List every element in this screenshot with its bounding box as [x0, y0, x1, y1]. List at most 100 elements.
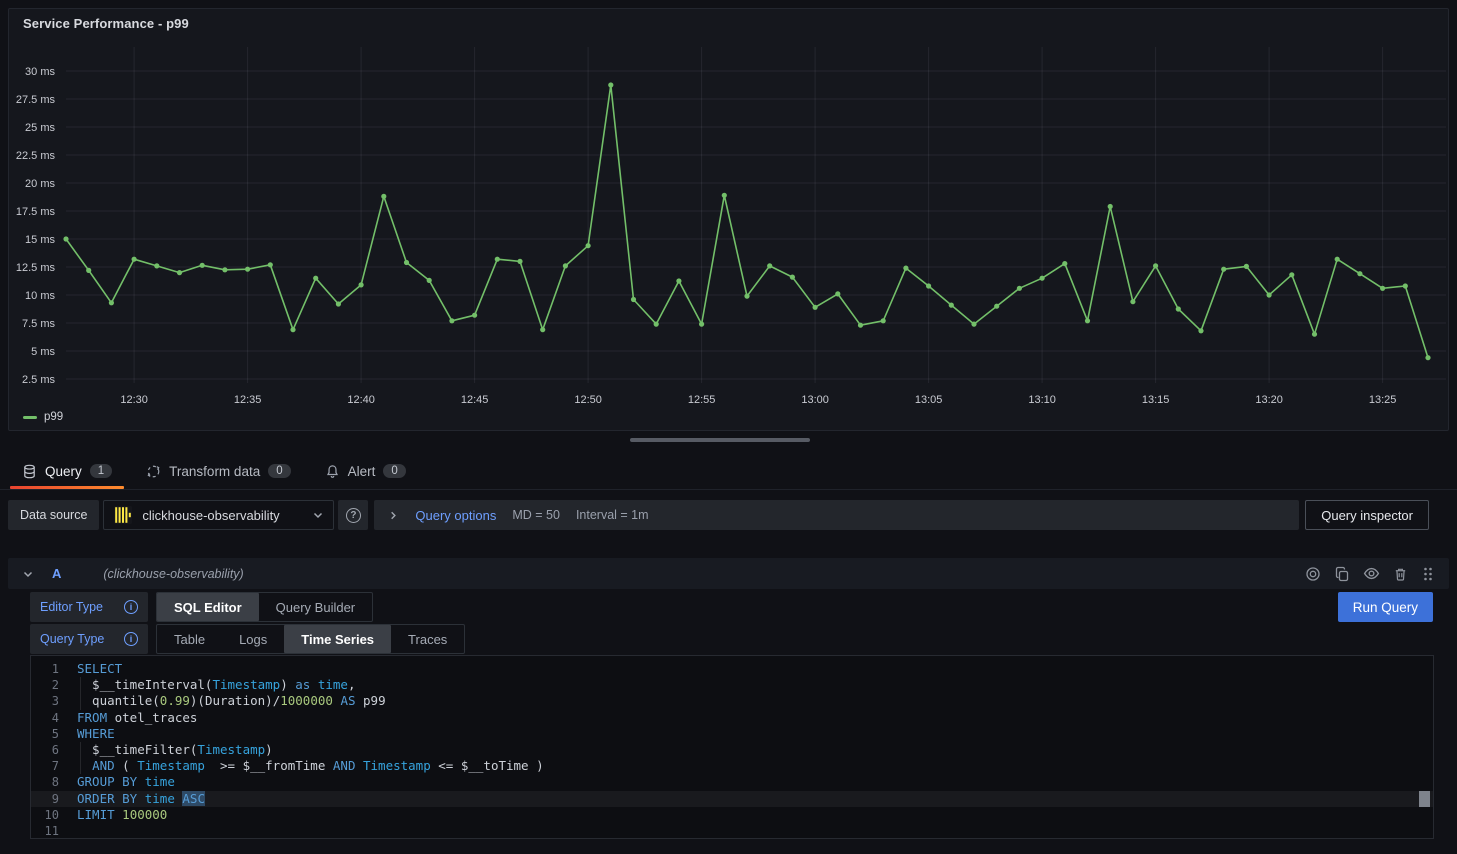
duplicate-query-icon[interactable] — [1334, 566, 1350, 582]
collapse-chevron-down-icon[interactable] — [22, 568, 34, 580]
query-row-header[interactable]: A (clickhouse-observability) — [8, 558, 1449, 589]
svg-text:13:20: 13:20 — [1255, 394, 1283, 406]
max-data-points-value: MD = 50 — [512, 508, 560, 522]
timeseries-chart[interactable]: 2.5 ms 5 ms 7.5 ms 10 ms 12.5 ms 15 ms 17.5 ms… — [9, 9, 1448, 430]
run-query-button[interactable]: Run Query — [1338, 592, 1433, 622]
svg-text:22.5 ms: 22.5 ms — [16, 150, 56, 162]
trash-icon[interactable] — [1393, 566, 1408, 582]
svg-text:13:05: 13:05 — [915, 394, 943, 406]
query-inspector-button[interactable]: Query inspector — [1305, 500, 1429, 530]
query-type-time-series[interactable]: Time Series — [284, 625, 391, 653]
question-circle-icon: ? — [346, 508, 361, 523]
drag-handle-icon[interactable] — [1421, 566, 1435, 582]
svg-text:7.5 ms: 7.5 ms — [22, 318, 56, 330]
query-datasource-hint: (clickhouse-observability) — [103, 567, 243, 581]
datasource-picker[interactable]: clickhouse-observability — [103, 500, 334, 530]
code-line: 11 — [31, 823, 1433, 839]
interval-value: Interval = 1m — [576, 508, 649, 522]
code-line: 3 quantile(0.99)(Duration)/1000000 AS p9… — [31, 693, 1433, 709]
query-type-table[interactable]: Table — [157, 625, 222, 653]
svg-text:12:35: 12:35 — [234, 394, 262, 406]
editor-type-label: Editor Type — [40, 600, 103, 614]
tab-label: Transform data — [169, 464, 260, 479]
svg-text:2.5 ms: 2.5 ms — [22, 374, 56, 386]
legend-swatch — [23, 416, 37, 419]
svg-text:15 ms: 15 ms — [25, 234, 55, 246]
svg-text:12.5 ms: 12.5 ms — [16, 262, 56, 274]
svg-text:12:45: 12:45 — [461, 394, 489, 406]
code-line: 2 $__timeInterval(Timestamp) as time, — [31, 677, 1433, 693]
query-options-bar: Query options MD = 50 Interval = 1m — [374, 500, 1299, 530]
query-type-label-chip: Query Type i — [30, 624, 148, 654]
code-line: 9ORDER BY time ASC — [31, 791, 1433, 807]
legend-item-p99[interactable]: p99 — [23, 411, 63, 423]
database-icon — [22, 464, 37, 479]
tabs-divider — [0, 489, 1457, 490]
pane-resizer[interactable] — [630, 438, 810, 442]
svg-text:12:50: 12:50 — [574, 394, 602, 406]
svg-text:10 ms: 10 ms — [25, 290, 55, 302]
query-ref-id: A — [52, 566, 61, 581]
info-icon[interactable]: i — [124, 600, 138, 614]
line-number: 7 — [31, 758, 59, 774]
indent-guide — [80, 758, 81, 774]
query-type-logs[interactable]: Logs — [222, 625, 284, 653]
clickhouse-logo-icon — [113, 505, 133, 525]
svg-text:13:00: 13:00 — [801, 394, 829, 406]
svg-text:13:25: 13:25 — [1369, 394, 1397, 406]
code-line: 7 AND ( Timestamp >= $__fromTime AND Tim… — [31, 758, 1433, 774]
tab-bar: Query 1 Transform data 0 Alert 0 — [10, 456, 418, 486]
query-type-row: Query Type i Table Logs Time Series Trac… — [30, 624, 1433, 654]
line-number: 6 — [31, 742, 59, 758]
eye-icon[interactable] — [1363, 565, 1380, 582]
datasource-name: clickhouse-observability — [142, 508, 303, 523]
svg-text:5 ms: 5 ms — [31, 346, 55, 358]
sql-code-editor[interactable]: 1SELECT2 $__timeInterval(Timestamp) as t… — [30, 655, 1434, 839]
bell-icon — [325, 464, 340, 479]
query-type-traces[interactable]: Traces — [391, 625, 464, 653]
chevron-right-icon — [388, 510, 399, 521]
svg-text:30 ms: 30 ms — [25, 66, 55, 78]
tab-transform-badge: 0 — [268, 464, 290, 478]
chart-panel: Service Performance - p99 2.5 ms5 ms7.5 … — [8, 8, 1449, 431]
line-number: 9 — [31, 791, 59, 807]
indent-guide — [80, 677, 81, 693]
code-line: 5WHERE — [31, 726, 1433, 742]
line-number: 1 — [31, 661, 59, 677]
code-line: 1SELECT — [31, 661, 1433, 677]
query-type-label: Query Type — [40, 632, 104, 646]
svg-text:13:15: 13:15 — [1142, 394, 1170, 406]
tab-query[interactable]: Query 1 — [10, 456, 124, 486]
line-number: 5 — [31, 726, 59, 742]
info-icon[interactable]: i — [124, 632, 138, 646]
line-number: 3 — [31, 693, 59, 709]
code-line: 8GROUP BY time — [31, 774, 1433, 790]
query-row-actions — [1305, 565, 1435, 582]
indent-guide — [80, 742, 81, 758]
query-type-switch: Table Logs Time Series Traces — [156, 624, 465, 654]
svg-text:13:10: 13:10 — [1028, 394, 1056, 406]
tab-transform-data[interactable]: Transform data 0 — [134, 456, 302, 486]
tab-query-badge: 1 — [90, 464, 112, 478]
svg-text:12:30: 12:30 — [120, 394, 148, 406]
line-number: 8 — [31, 774, 59, 790]
editor-type-row: Editor Type i SQL Editor Query Builder R… — [30, 592, 1433, 622]
disable-query-icon[interactable] — [1305, 566, 1321, 582]
code-line: 6 $__timeFilter(Timestamp) — [31, 742, 1433, 758]
tab-alert[interactable]: Alert 0 — [313, 456, 418, 486]
data-source-label: Data source — [8, 500, 99, 530]
code-line: 10LIMIT 100000 — [31, 807, 1433, 823]
query-builder-option[interactable]: Query Builder — [259, 593, 372, 621]
line-number: 10 — [31, 807, 59, 823]
tab-alert-badge: 0 — [383, 464, 405, 478]
svg-text:27.5 ms: 27.5 ms — [16, 94, 56, 106]
datasource-help-button[interactable]: ? — [338, 500, 368, 530]
sql-editor-option[interactable]: SQL Editor — [157, 593, 259, 621]
datasource-toolbar: Data source clickhouse-observability ? Q… — [8, 500, 1449, 530]
editor-type-label-chip: Editor Type i — [30, 592, 148, 622]
svg-text:17.5 ms: 17.5 ms — [16, 206, 56, 218]
svg-text:12:40: 12:40 — [347, 394, 375, 406]
chevron-down-icon — [312, 509, 324, 521]
query-options-toggle[interactable]: Query options — [415, 508, 496, 523]
tab-label: Query — [45, 464, 82, 479]
